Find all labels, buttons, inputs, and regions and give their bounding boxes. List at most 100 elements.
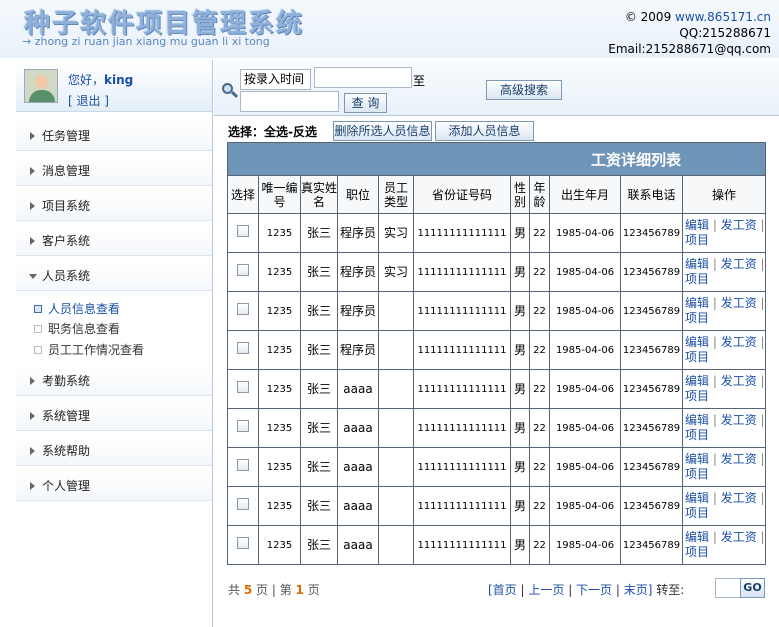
sidebar-item-label: 系统帮助 (42, 444, 91, 458)
project-link[interactable]: 项目 (685, 272, 709, 286)
keyword-input[interactable] (314, 67, 412, 88)
table-row: 1235 张三 aaaa 11111111111111 男 22 1985-04-06 123… (227, 369, 767, 409)
cell-phone: 123456789 (620, 252, 683, 292)
pay-salary-link[interactable]: 发工资 (721, 452, 757, 466)
sidebar-item-messages[interactable]: 消息管理 (16, 157, 212, 186)
next-page-link[interactable]: 下一页 (576, 583, 612, 597)
row-checkbox[interactable] (237, 342, 249, 354)
pay-salary-link[interactable]: 发工资 (721, 413, 757, 427)
sidebar-subitem-position-info[interactable]: 职务信息查看 (34, 319, 120, 339)
cell-id: 1235 (258, 486, 301, 526)
edit-link[interactable]: 编辑 (685, 335, 709, 349)
cell-position: aaaa (337, 525, 379, 565)
separator: | (756, 257, 765, 271)
sidebar-item-personal[interactable]: 个人管理 (16, 472, 212, 501)
column-header: 职位 (337, 175, 379, 214)
project-link[interactable]: 项目 (685, 545, 709, 559)
website-link[interactable]: www.865171.cn (675, 10, 771, 24)
cell-position: aaaa (337, 369, 379, 409)
go-button[interactable]: GO (740, 578, 765, 598)
edit-link[interactable]: 编辑 (685, 296, 709, 310)
pay-salary-link[interactable]: 发工资 (721, 218, 757, 232)
first-page-link[interactable]: [首页 (488, 583, 517, 597)
separator: | (756, 218, 765, 232)
delete-selected-button[interactable]: 删除所选人员信息 (333, 121, 432, 141)
advanced-search-button[interactable]: 高级搜索 (486, 80, 562, 100)
separator: | (756, 530, 765, 544)
edit-link[interactable]: 编辑 (685, 374, 709, 388)
project-link[interactable]: 项目 (685, 311, 709, 325)
chevron-right-icon (30, 482, 35, 490)
add-person-button[interactable]: 添加人员信息 (435, 121, 534, 141)
edit-link[interactable]: 编辑 (685, 491, 709, 505)
select-label: 选择：全选-反选 (228, 123, 317, 140)
pay-salary-link[interactable]: 发工资 (721, 257, 757, 271)
column-header: 选择 (227, 175, 259, 214)
sidebar-item-personnel[interactable]: 人员系统 (16, 262, 212, 291)
project-link[interactable]: 项目 (685, 428, 709, 442)
separator: | (709, 491, 721, 505)
row-checkbox[interactable] (237, 303, 249, 315)
row-checkbox[interactable] (237, 459, 249, 471)
row-checkbox[interactable] (237, 537, 249, 549)
username: king (104, 73, 134, 87)
cell-age: 22 (529, 291, 550, 331)
cell-type (378, 291, 414, 331)
salary-table: 工资详细列表 选择 唯一编号 真实姓名 职位 员工类型 省份证号码 性别 年龄 出生年月 联系电话… (226, 142, 767, 565)
sidebar-item-tasks[interactable]: 任务管理 (16, 122, 212, 151)
cell-name: 张三 (300, 447, 338, 487)
sidebar-item-clients[interactable]: 客户系统 (16, 227, 212, 256)
project-link[interactable]: 项目 (685, 467, 709, 481)
search-bar: 按录入时间 至 查 询 高级搜索 (214, 60, 779, 116)
project-link[interactable]: 项目 (685, 506, 709, 520)
last-page-link[interactable]: 末页] (624, 583, 653, 597)
sidebar-item-help[interactable]: 系统帮助 (16, 437, 212, 466)
row-select-cell (227, 486, 259, 526)
cell-gender: 男 (510, 408, 530, 448)
row-checkbox[interactable] (237, 420, 249, 432)
table-body: 1235 张三 程序员 实习 11111111111111 男 22 1985-04-06 12… (227, 213, 767, 565)
row-checkbox[interactable] (237, 498, 249, 510)
edit-link[interactable]: 编辑 (685, 530, 709, 544)
row-checkbox[interactable] (237, 264, 249, 276)
cell-idcard: 11111111111111 (413, 486, 511, 526)
edit-link[interactable]: 编辑 (685, 413, 709, 427)
sort-select[interactable]: 按录入时间 (240, 69, 311, 90)
cell-gender: 男 (510, 369, 530, 409)
pay-salary-link[interactable]: 发工资 (721, 335, 757, 349)
project-link[interactable]: 项目 (685, 389, 709, 403)
edit-link[interactable]: 编辑 (685, 218, 709, 232)
table-row: 1235 张三 程序员 实习 11111111111111 男 22 1985-04-06 12… (227, 252, 767, 292)
sidebar-item-attendance[interactable]: 考勤系统 (16, 367, 212, 396)
sidebar-item-system-admin[interactable]: 系统管理 (16, 402, 212, 431)
cell-type (378, 525, 414, 565)
edit-link[interactable]: 编辑 (685, 257, 709, 271)
chevron-right-icon (30, 377, 35, 385)
user-panel: 您好，king [ 退出 ] (16, 61, 212, 112)
sidebar-subitem-personnel-info[interactable]: 人员信息查看 (34, 299, 120, 319)
edit-link[interactable]: 编辑 (685, 452, 709, 466)
query-button[interactable]: 查 询 (344, 93, 387, 113)
table-row: 1235 张三 程序员 实习 11111111111111 男 22 1985-04-06 12… (227, 213, 767, 253)
row-checkbox[interactable] (237, 381, 249, 393)
sidebar-item-projects[interactable]: 项目系统 (16, 192, 212, 221)
total-pages: 5 (243, 583, 253, 597)
select-all-invert-link[interactable]: 全选-反选 (264, 125, 317, 139)
separator: | (756, 374, 765, 388)
row-actions: 编辑 | 发工资 | 项目 (681, 213, 767, 253)
pay-salary-link[interactable]: 发工资 (721, 296, 757, 310)
sidebar-subitem-work-status[interactable]: 员工工作情况查看 (34, 340, 144, 360)
project-link[interactable]: 项目 (685, 350, 709, 364)
pay-salary-link[interactable]: 发工资 (721, 374, 757, 388)
cell-birth: 1985-04-06 (549, 408, 621, 448)
pay-salary-link[interactable]: 发工资 (721, 530, 757, 544)
date-input[interactable] (240, 91, 339, 112)
project-link[interactable]: 项目 (685, 233, 709, 247)
page-number-input[interactable] (715, 578, 741, 598)
row-checkbox[interactable] (237, 225, 249, 237)
logout-link[interactable]: [ 退出 ] (68, 92, 109, 109)
qq-text: QQ:215288671 (679, 26, 771, 40)
prev-page-link[interactable]: 上一页 (528, 583, 564, 597)
pay-salary-link[interactable]: 发工资 (721, 491, 757, 505)
cell-phone: 123456789 (620, 213, 683, 253)
